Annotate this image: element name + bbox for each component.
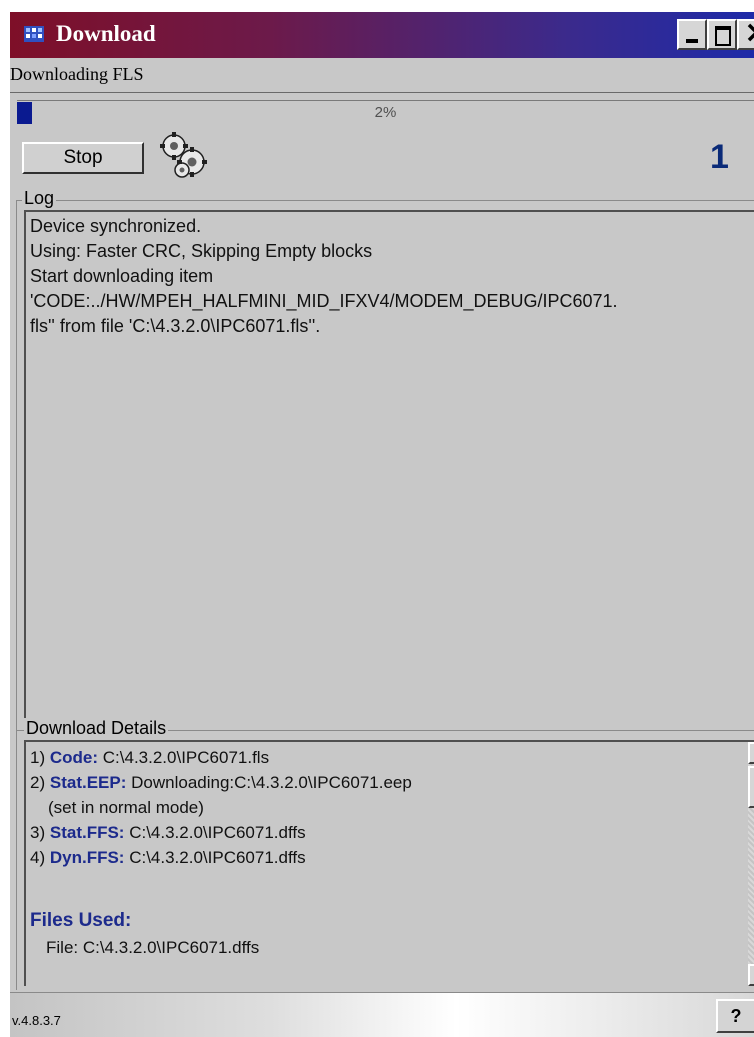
files-used-heading: Files Used: <box>30 910 132 931</box>
download-window: Download Downloading FLS 2% Stop 1 Log D… <box>10 12 754 1037</box>
log-line: fls'' from file 'C:\4.3.2.0\IPC6071.fls'… <box>30 316 321 336</box>
app-icon <box>24 26 44 42</box>
detail-key: Stat.EEP: <box>49 773 127 792</box>
scroll-thumb[interactable] <box>748 766 754 808</box>
log-panel[interactable]: Device synchronized. Using: Faster CRC, … <box>24 210 754 722</box>
maximize-button[interactable] <box>707 19 737 50</box>
detail-num: 2) <box>30 773 46 792</box>
log-line: Start downloading item <box>30 266 214 286</box>
detail-num: 1) <box>30 748 46 767</box>
detail-key: Code: <box>49 748 99 767</box>
log-line: 'CODE:../HW/MPEH_HALFMINI_MID_IFXV4/MODE… <box>30 291 618 311</box>
divider <box>10 92 754 93</box>
progress-bar: 2% <box>17 100 754 124</box>
detail-item: 1) Code: C:\4.3.2.0\IPC6071.fls <box>30 748 269 768</box>
status-label: Downloading FLS <box>10 64 144 84</box>
detail-value: C:\4.3.2.0\IPC6071.dffs <box>129 823 306 842</box>
help-button[interactable]: ? <box>716 999 754 1033</box>
log-line: Using: Faster CRC, Skipping Empty blocks <box>30 241 373 261</box>
details-group-title: Download Details <box>24 718 169 739</box>
detail-value: C:\4.3.2.0\IPC6071.dffs <box>129 848 306 867</box>
details-scrollbar[interactable] <box>748 742 754 986</box>
title-bar[interactable]: Download <box>10 12 754 58</box>
detail-item: 3) Stat.FFS: C:\4.3.2.0\IPC6071.dffs <box>30 823 306 843</box>
detail-item: 4) Dyn.FFS: C:\4.3.2.0\IPC6071.dffs <box>30 848 306 868</box>
detail-value: C:\4.3.2.0\IPC6071.fls <box>102 748 270 767</box>
progress-text: 2% <box>374 104 397 121</box>
detail-num: 4) <box>30 848 46 867</box>
detail-value: Downloading:C:\4.3.2.0\IPC6071.eep <box>131 773 412 792</box>
details-panel[interactable]: 1) Code: C:\4.3.2.0\IPC6071.fls 2) Stat.… <box>24 740 754 986</box>
scroll-up-button[interactable] <box>748 742 754 764</box>
detail-key: Stat.FFS: <box>49 823 125 842</box>
detail-item: 2) Stat.EEP: Downloading:C:\4.3.2.0\IPC6… <box>30 773 412 793</box>
status-bar: v.4.8.3.7 ? <box>10 992 754 1037</box>
download-counter: 1 <box>710 138 729 176</box>
minimize-button[interactable] <box>677 19 707 50</box>
window-title: Download <box>56 21 156 46</box>
detail-key: Dyn.FFS: <box>49 848 125 867</box>
log-group-title: Log <box>22 188 57 209</box>
detail-note: (set in normal mode) <box>48 798 204 817</box>
close-button[interactable] <box>737 15 754 50</box>
stop-button[interactable]: Stop <box>22 142 144 174</box>
detail-num: 3) <box>30 823 46 842</box>
file-line: File: C:\4.3.2.0\IPC6071.dffs <box>46 938 260 957</box>
scroll-down-button[interactable] <box>748 964 754 986</box>
version-label: v.4.8.3.7 <box>12 1013 61 1028</box>
log-line: Device synchronized. <box>30 216 202 236</box>
gears-icon <box>160 132 207 178</box>
